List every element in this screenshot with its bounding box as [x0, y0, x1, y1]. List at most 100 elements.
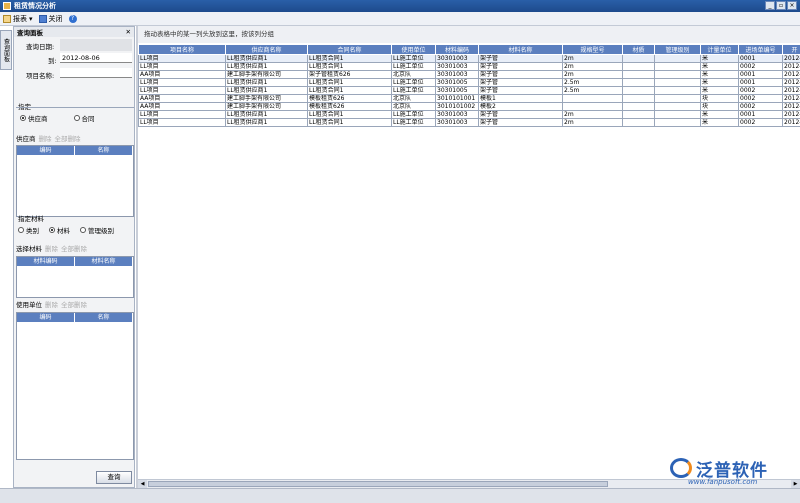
- supplier-delete-button[interactable]: 删除: [39, 133, 52, 143]
- table-cell: 2m: [562, 118, 623, 127]
- table-cell: 北京队: [391, 102, 436, 111]
- radio-supplier[interactable]: 供应商: [20, 113, 48, 123]
- supplier-grid[interactable]: 编码 名称: [16, 145, 134, 217]
- radio-mgmt-level[interactable]: 管理级别: [80, 225, 114, 235]
- table-cell: 架子管: [478, 62, 563, 71]
- table-row[interactable]: LL项目 LL租赁供应商1 LL租赁合同1 LL施工单位 30301005 架子管 2.5m…: [138, 86, 800, 95]
- table-cell: 2m: [562, 62, 623, 71]
- table-cell: 0001: [738, 70, 783, 79]
- table-cell: LL项目: [138, 62, 226, 71]
- material-select-button[interactable]: 选择材料: [16, 243, 42, 253]
- minimize-button[interactable]: _: [765, 1, 775, 10]
- table-row[interactable]: LL项目 LL租赁供应商1 LL租赁合同1 LL施工单位 30301003 架子管 2m 米 0…: [138, 118, 800, 127]
- supplier-add-button[interactable]: 供应商: [16, 133, 36, 143]
- unit-toolbar: 使用单位 删除 全部删除: [16, 299, 134, 309]
- result-grid[interactable]: 项目名称 供应商名称 合同名称 使用单位 材料编码 材料名称 规格型号 材质 管理级别 计量单位进…: [138, 44, 800, 127]
- table-row[interactable]: LL项目 LL租赁供应商1 LL租赁合同1 LL施工单位 30301003 架子管 2m 米 0…: [138, 54, 800, 63]
- column-header[interactable]: 使用单位: [391, 44, 436, 55]
- query-date-from-field[interactable]: [60, 39, 132, 51]
- column-header[interactable]: 编码: [17, 146, 75, 155]
- column-header[interactable]: 名称: [75, 146, 133, 155]
- material-delete-button[interactable]: 删除: [45, 243, 58, 253]
- table-cell: [654, 110, 701, 119]
- scroll-left-icon[interactable]: ◀: [138, 480, 147, 488]
- table-cell: 30301003: [435, 118, 479, 127]
- table-cell: 2m: [562, 70, 623, 79]
- table-cell: AA项目: [138, 102, 226, 111]
- material-grid[interactable]: 材料编码 材料名称: [16, 256, 134, 298]
- radio-mgmt-label: 管理级别: [88, 227, 114, 235]
- query-panel-side-tab[interactable]: 查询面板: [0, 30, 12, 70]
- table-cell: 30301005: [435, 86, 479, 95]
- panel-close-icon[interactable]: ✕: [126, 28, 131, 36]
- table-cell: AA项目: [138, 94, 226, 103]
- table-cell: 模板2: [478, 102, 563, 111]
- column-header[interactable]: 材料名称: [478, 44, 563, 55]
- column-header[interactable]: 供应商名称: [225, 44, 308, 55]
- column-header[interactable]: 进场单编号: [738, 44, 783, 55]
- column-header[interactable]: 规格型号: [562, 44, 623, 55]
- query-date-to-field[interactable]: 2012-08-06: [60, 53, 132, 63]
- table-cell: 米: [700, 62, 739, 71]
- column-header[interactable]: 材质: [622, 44, 655, 55]
- unit-delete-button[interactable]: 删除: [45, 299, 58, 309]
- table-row[interactable]: AA项目 建工脚手架有限公司 架子管租赁626 北京队 30301003 架子管 2m 米 00…: [138, 70, 800, 79]
- status-bar: [0, 488, 800, 503]
- material-clear-button[interactable]: 全部删除: [61, 243, 87, 253]
- column-header[interactable]: 材料编码: [17, 257, 75, 266]
- radio-category[interactable]: 类别: [18, 225, 39, 235]
- table-cell: 北京队: [391, 70, 436, 79]
- query-date-label: 查询日期:: [26, 43, 55, 51]
- unit-add-button[interactable]: 使用单位: [16, 299, 42, 309]
- table-cell: LL租赁供应商1: [225, 110, 308, 119]
- material-grid-header: 材料编码 材料名称: [17, 257, 133, 266]
- column-header[interactable]: 开: [782, 44, 800, 55]
- table-cell: 米: [700, 118, 739, 127]
- radio-contract[interactable]: 合同: [73, 113, 95, 123]
- radio-material[interactable]: 材料: [49, 225, 70, 235]
- radio-selected-icon: [20, 115, 26, 121]
- project-name-field[interactable]: [60, 68, 132, 78]
- table-cell: 0001: [738, 78, 783, 87]
- table-cell: 架子管: [478, 86, 563, 95]
- scroll-thumb[interactable]: [148, 481, 608, 487]
- unit-clear-button[interactable]: 全部删除: [61, 299, 87, 309]
- table-cell: [622, 118, 655, 127]
- table-row[interactable]: LL项目 LL租赁供应商1 LL租赁合同1 LL施工单位 30301005 架子管 2.5m…: [138, 78, 800, 87]
- supplier-clear-button[interactable]: 全部删除: [55, 133, 81, 143]
- table-cell: LL租赁合同1: [307, 62, 392, 71]
- table-cell: [654, 102, 701, 111]
- column-header[interactable]: 材料名称: [75, 257, 133, 266]
- table-cell: 2012-: [782, 54, 800, 63]
- table-row[interactable]: LL项目 LL租赁供应商1 LL租赁合同1 LL施工单位 30301003 架子管 2m 米 0…: [138, 110, 800, 119]
- column-header[interactable]: 名称: [75, 313, 133, 322]
- query-button[interactable]: 查询: [96, 471, 132, 484]
- column-header[interactable]: 项目名称: [138, 44, 226, 55]
- close-window-button[interactable]: ×: [787, 1, 797, 10]
- table-cell: 30301005: [435, 78, 479, 87]
- column-header[interactable]: 材料编码: [435, 44, 479, 55]
- report-menu-button[interactable]: 报表 ▾: [3, 14, 33, 24]
- material-specify-label: 指定材料: [18, 215, 44, 223]
- table-row[interactable]: LL项目 LL租赁供应商1 LL租赁合同1 LL施工单位 30301003 架子管 2m 米 0…: [138, 62, 800, 71]
- table-row[interactable]: AA项目 建工脚手架有限公司 模板租赁626 北京队 3010101002 模板2 块 000…: [138, 102, 800, 111]
- column-header[interactable]: 合同名称: [307, 44, 392, 55]
- table-cell: 模板1: [478, 94, 563, 103]
- project-name-label: 项目名称:: [26, 72, 55, 80]
- restore-button[interactable]: ▫: [776, 1, 786, 10]
- column-header[interactable]: 计量单位: [700, 44, 739, 55]
- table-cell: LL项目: [138, 54, 226, 63]
- to-label: 到:: [48, 57, 57, 65]
- table-row[interactable]: AA项目 建工脚手架有限公司 模板租赁626 北京队 3010101001 模板1 块 000…: [138, 94, 800, 103]
- table-cell: LL项目: [138, 110, 226, 119]
- close-button[interactable]: 关闭: [38, 14, 63, 24]
- group-by-hint[interactable]: 拖动表格中的某一列头放到这里，按该列分组: [138, 26, 800, 43]
- table-cell: LL租赁供应商1: [225, 78, 308, 87]
- unit-grid[interactable]: 编码 名称: [16, 312, 134, 460]
- table-cell: 0001: [738, 54, 783, 63]
- column-header[interactable]: 管理级别: [654, 44, 701, 55]
- column-header[interactable]: 编码: [17, 313, 75, 322]
- table-cell: LL施工单位: [391, 62, 436, 71]
- radio-material-label: 材料: [57, 227, 70, 235]
- help-button[interactable]: ?: [68, 14, 77, 23]
